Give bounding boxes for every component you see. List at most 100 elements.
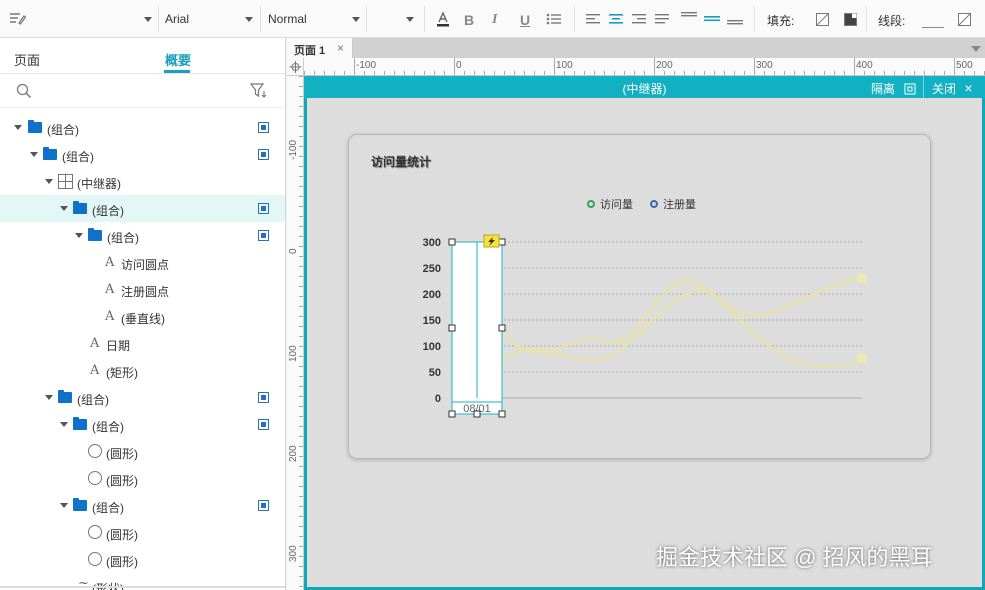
ruler-tick <box>754 58 755 75</box>
active-tab-indicator <box>164 70 190 73</box>
stroke-width-select[interactable] <box>922 27 944 28</box>
bold-icon[interactable]: B <box>464 12 474 28</box>
folder-icon <box>88 228 102 241</box>
circle-icon <box>88 552 102 566</box>
style-picker[interactable] <box>8 0 158 38</box>
watermark: 掘金技术社区 @ 招风的黑耳 <box>656 545 933 570</box>
page-tab-bar: 页面 1 × <box>287 38 985 58</box>
tree-row[interactable]: (圆形) <box>0 465 285 492</box>
tree-row[interactable]: (圆形) <box>0 546 285 573</box>
close-edit-button[interactable]: 关闭 × <box>932 80 973 97</box>
tree-row[interactable]: (圆形) <box>0 519 285 546</box>
visibility-checkbox[interactable] <box>258 203 269 214</box>
circle-icon <box>88 471 102 485</box>
font-color-icon[interactable] <box>436 11 450 30</box>
tree-row[interactable]: (组合) <box>0 141 285 168</box>
legend-item-visits: 访问量 <box>587 196 633 212</box>
text-icon: A <box>90 336 100 351</box>
ruler-tick <box>854 58 855 75</box>
align-right-icon[interactable] <box>632 13 646 28</box>
panel-tabs: 页面 概要 <box>0 38 285 74</box>
tree-row[interactable]: A (矩形) <box>0 357 285 384</box>
horizontal-ruler: -100 0 100 200 300 400 500 <box>304 58 985 76</box>
align-center-icon[interactable] <box>609 13 623 28</box>
fill-label: 填充: <box>767 14 795 28</box>
font-family-value: Arial <box>165 12 190 26</box>
repeater-edit-header: (中继器) 隔离 关闭 × <box>304 76 985 98</box>
bullet-list-icon[interactable] <box>546 13 562 28</box>
paint-icon <box>10 13 26 25</box>
text-icon: A <box>105 255 115 270</box>
ruler-tick <box>554 58 555 75</box>
valign-middle-icon[interactable] <box>704 11 720 28</box>
panel-bottom-border <box>0 586 285 588</box>
search-icon[interactable] <box>16 83 32 102</box>
tree-row[interactable]: A 注册圆点 <box>0 276 285 303</box>
toolbar: Arial Normal B I U 填充: 线段: <box>0 0 985 38</box>
tree-row[interactable]: A (垂直线) <box>0 303 285 330</box>
vertical-ruler: -100 0 100 200 300 <box>287 76 304 590</box>
ruler-tick <box>354 58 355 75</box>
align-left-icon[interactable] <box>586 13 600 28</box>
ruler-tick <box>454 58 455 75</box>
tab-pages[interactable]: 页面 <box>14 50 40 69</box>
isolate-button[interactable]: 隔离 <box>871 80 916 97</box>
fill-none-icon[interactable] <box>816 13 829 29</box>
ruler-tick <box>654 58 655 75</box>
page-tab[interactable]: 页面 1 × <box>287 38 353 58</box>
tree-row[interactable]: (组合) <box>0 492 285 519</box>
valign-top-icon[interactable] <box>681 11 697 28</box>
tab-overflow-icon[interactable] <box>971 46 981 52</box>
align-justify-icon[interactable] <box>655 13 669 28</box>
tree-row[interactable]: A 访问圆点 <box>0 249 285 276</box>
tree-row-selected[interactable]: (组合) <box>0 195 285 222</box>
text-icon: A <box>105 282 115 297</box>
folder-icon <box>58 390 72 403</box>
tree-row[interactable]: (组合) <box>0 114 285 141</box>
italic-icon[interactable]: I <box>492 12 497 28</box>
underline-icon[interactable]: U <box>520 12 530 28</box>
filter-icon[interactable] <box>249 83 268 101</box>
circle-icon <box>88 444 102 458</box>
text-icon: A <box>90 363 100 378</box>
folder-icon <box>43 147 57 160</box>
close-tab-icon[interactable]: × <box>337 41 344 55</box>
visibility-checkbox[interactable] <box>258 392 269 403</box>
valign-bottom-icon[interactable] <box>727 11 743 28</box>
tree-row[interactable]: (圆形) <box>0 438 285 465</box>
visibility-checkbox[interactable] <box>258 122 269 133</box>
font-style-value: Normal <box>268 12 307 26</box>
folder-icon <box>73 417 87 430</box>
tree-row[interactable]: (组合) <box>0 384 285 411</box>
font-style-select[interactable]: Normal <box>268 0 366 38</box>
chart-card[interactable]: 访问量统计 访问量 注册量 <box>348 134 931 459</box>
repeater-icon <box>58 174 73 189</box>
legend-item-registrations: 注册量 <box>650 196 696 212</box>
visibility-checkbox[interactable] <box>258 419 269 430</box>
tab-outline[interactable]: 概要 <box>165 50 191 69</box>
tree-row[interactable]: (组合) <box>0 411 285 438</box>
text-icon: A <box>105 309 115 324</box>
folder-icon <box>73 498 87 511</box>
tree-row[interactable]: A 日期 <box>0 330 285 357</box>
page-tab-label: 页面 1 <box>294 45 326 57</box>
outline-panel: 页面 概要 (组合) (组合) (中继器) (组合) (组合) A 访问圆点 A… <box>0 38 286 590</box>
stroke-color-icon[interactable] <box>958 13 971 29</box>
visibility-checkbox[interactable] <box>258 149 269 160</box>
folder-icon <box>73 201 87 214</box>
search-row <box>0 74 285 108</box>
font-family-select[interactable]: Arial <box>165 0 259 38</box>
circle-icon <box>88 525 102 539</box>
folder-icon <box>28 120 42 133</box>
visibility-checkbox[interactable] <box>258 500 269 511</box>
fill-color-icon[interactable] <box>844 13 857 29</box>
chart-title: 访问量统计 <box>371 155 432 169</box>
stroke-label: 线段: <box>878 14 906 28</box>
ruler-origin-icon[interactable] <box>287 58 304 76</box>
tree-row[interactable]: (组合) <box>0 222 285 249</box>
visibility-checkbox[interactable] <box>258 230 269 241</box>
font-size-select[interactable] <box>372 0 420 38</box>
legend-dot <box>650 200 658 208</box>
close-icon: × <box>964 80 973 96</box>
tree-row[interactable]: (中继器) <box>0 168 285 195</box>
